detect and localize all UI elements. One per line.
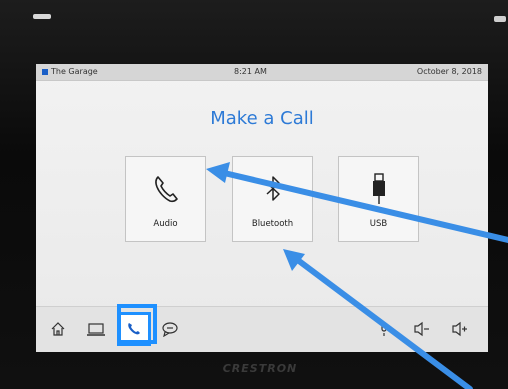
- status-bar: The Garage 8:21 AM October 8, 2018: [36, 64, 488, 81]
- microphone-icon: [381, 322, 387, 336]
- brand-logo: CRESTRON: [222, 362, 298, 375]
- volume-up-button[interactable]: [446, 315, 474, 343]
- date: October 8, 2018: [416, 67, 482, 76]
- audio-label: Audio: [153, 219, 178, 229]
- volume-down-button[interactable]: [408, 315, 436, 343]
- home-icon: [51, 322, 65, 336]
- page-title: Make a Call: [210, 108, 314, 129]
- room-color-square: [42, 69, 48, 75]
- microphone-button[interactable]: [370, 315, 398, 343]
- laptop-button[interactable]: [82, 315, 110, 343]
- bottom-nav-bar: [36, 306, 488, 352]
- bluetooth-label: Bluetooth: [251, 219, 294, 229]
- chat-bubble-icon: [162, 322, 178, 337]
- bezel-glare: [494, 16, 506, 22]
- phone-button[interactable]: [120, 315, 148, 343]
- audio-call-button[interactable]: Audio: [125, 156, 206, 242]
- bezel-glare: [33, 14, 51, 19]
- chat-button[interactable]: [156, 315, 184, 343]
- clock: 8:21 AM: [234, 67, 267, 76]
- laptop-icon: [87, 323, 105, 336]
- usb-call-button[interactable]: USB: [338, 156, 419, 242]
- room-name: The Garage: [51, 67, 98, 76]
- room-indicator: The Garage: [42, 64, 98, 80]
- bluetooth-icon: [233, 171, 312, 207]
- phone-icon: [128, 323, 140, 335]
- home-button[interactable]: [44, 315, 72, 343]
- usb-label: USB: [369, 219, 388, 229]
- phone-handset-icon: [126, 171, 205, 207]
- volume-down-icon: [414, 321, 429, 337]
- volume-up-icon: [452, 321, 467, 337]
- usb-plug-icon: [339, 171, 418, 207]
- touch-screen: The Garage 8:21 AM October 8, 2018 Make …: [36, 64, 488, 352]
- bluetooth-call-button[interactable]: Bluetooth: [232, 156, 313, 242]
